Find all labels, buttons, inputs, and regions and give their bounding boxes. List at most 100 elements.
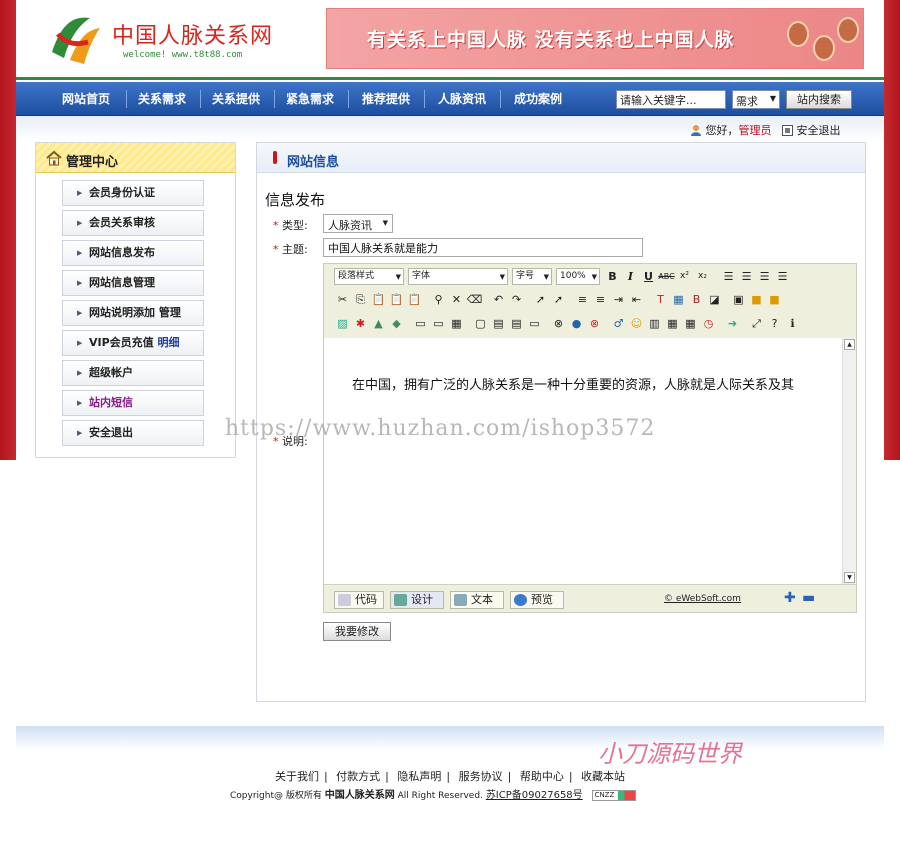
expand-icon[interactable]: ✚ — [784, 590, 796, 606]
copy-icon[interactable]: ⎘ — [352, 291, 369, 308]
shrink-icon[interactable]: ▬ — [802, 590, 815, 606]
template-icon[interactable]: ▤ — [490, 315, 507, 332]
editor-scrollbar[interactable]: ▲ ▼ — [842, 338, 856, 584]
sidebar-item-member-verify[interactable]: ▶ 会员身份认证 — [62, 180, 204, 206]
footer-link-terms[interactable]: 服务协议 — [459, 770, 503, 783]
logout-link[interactable]: 安全退出 — [797, 124, 841, 137]
iframe-icon[interactable]: ▦ — [448, 315, 465, 332]
globe-icon[interactable]: ● — [568, 315, 585, 332]
align-left-icon[interactable]: ☰ — [720, 268, 737, 285]
footer-link-help[interactable]: 帮助中心 — [520, 770, 564, 783]
sidebar-item-info-publish[interactable]: ▶ 网站信息发布 — [62, 240, 204, 266]
help-icon[interactable]: ? — [766, 315, 783, 332]
underline-icon[interactable]: U — [640, 268, 657, 285]
date-icon[interactable]: ▦ — [682, 315, 699, 332]
font-size-select[interactable]: 字号 — [512, 268, 552, 285]
form-icon[interactable]: ▤ — [508, 315, 525, 332]
site-logo-icon[interactable] — [44, 12, 102, 66]
paste-word-icon[interactable]: 📋 — [406, 291, 423, 308]
bg-color-icon[interactable]: ▦ — [670, 291, 687, 308]
redo-icon[interactable]: ↷ — [508, 291, 525, 308]
time-icon[interactable]: ◷ — [700, 315, 717, 332]
eraser-icon[interactable]: ⌫ — [466, 291, 483, 308]
page-icon[interactable]: ▢ — [472, 315, 489, 332]
search-type-select[interactable]: 需求 — [732, 90, 780, 109]
sidebar-item-super-account[interactable]: ▶ 超级帐户 — [62, 360, 204, 386]
undo-icon[interactable]: ↶ — [490, 291, 507, 308]
scroll-down-icon[interactable]: ▼ — [844, 572, 855, 583]
paste-icon[interactable]: 📋 — [370, 291, 387, 308]
table-icon[interactable]: ▣ — [730, 291, 747, 308]
nav-cases[interactable]: 成功案例 — [506, 82, 570, 116]
cnzz-badge-icon[interactable]: CNZZ — [591, 790, 636, 801]
subscript-icon[interactable]: x₂ — [694, 268, 711, 285]
sidebar-item-label[interactable]: 网站说明添加 — [89, 306, 155, 319]
footer-link-about[interactable]: 关于我们 — [275, 770, 319, 783]
ordered-list-icon[interactable]: ≡ — [574, 291, 591, 308]
header-banner[interactable]: 有关系上中国人脉 没有关系也上中国人脉 — [326, 8, 864, 69]
paste-text-icon[interactable]: 📋 — [388, 291, 405, 308]
nav-demand[interactable]: 关系需求 — [130, 82, 194, 116]
align-right-icon[interactable]: ☰ — [756, 268, 773, 285]
sidebar-item-detail-link[interactable]: 明细 — [158, 336, 180, 349]
sidebar-item-vip-recharge[interactable]: ▶ VIP会员充值 明细 — [62, 330, 204, 356]
superscript-icon[interactable]: x² — [676, 268, 693, 285]
strikethrough-icon[interactable]: ABC — [658, 268, 675, 285]
select-all-icon[interactable]: ➚ — [550, 291, 567, 308]
editor-brand-link[interactable]: © eWebSoft.com — [664, 594, 741, 604]
footer-link-bookmark[interactable]: 收藏本站 — [581, 770, 625, 783]
footer-link-privacy[interactable]: 隐私声明 — [397, 770, 441, 783]
user-role[interactable]: 管理员 — [739, 124, 772, 137]
editor-content-area[interactable]: 在中国，拥有广泛的人脉关系是一种十分重要的资源，人脉就是人际关系及其 — [324, 338, 842, 584]
font-select[interactable]: 字体 — [408, 268, 508, 285]
search-input[interactable] — [616, 90, 726, 109]
bold-icon[interactable]: B — [604, 268, 621, 285]
search-button[interactable]: 站内搜索 — [786, 90, 852, 109]
mode-preview-button[interactable]: 预览 — [510, 591, 564, 609]
unlink-icon[interactable]: ⊗ — [586, 315, 603, 332]
scroll-up-icon[interactable]: ▲ — [844, 339, 855, 350]
unordered-list-icon[interactable]: ≡ — [592, 291, 609, 308]
sidebar-item-relation-review[interactable]: ▶ 会员关系审核 — [62, 210, 204, 236]
find-icon[interactable]: ⚲ — [430, 291, 447, 308]
submit-button[interactable]: 我要修改 — [323, 622, 391, 641]
fieldset-icon[interactable]: ▭ — [430, 315, 447, 332]
nav-supply[interactable]: 关系提供 — [204, 82, 268, 116]
type-select[interactable]: 人脉资讯 — [323, 214, 393, 233]
outdent-icon[interactable]: ⇤ — [628, 291, 645, 308]
mode-code-button[interactable]: 代码 — [334, 591, 384, 609]
icp-link[interactable]: 苏ICP备09027658号 — [486, 790, 583, 801]
input-icon[interactable]: ▭ — [526, 315, 543, 332]
file-icon[interactable]: ◆ — [388, 315, 405, 332]
nav-recommended[interactable]: 推荐提供 — [354, 82, 418, 116]
mode-text-button[interactable]: 文本 — [450, 591, 504, 609]
symbol-icon[interactable]: ♂ — [610, 315, 627, 332]
site-title[interactable]: 中国人脉关系网 — [112, 18, 273, 50]
textbox-icon[interactable]: ▭ — [412, 315, 429, 332]
sidebar-item-messages[interactable]: ▶ 站内短信 — [62, 390, 204, 416]
subject-input[interactable] — [323, 238, 643, 257]
sidebar-item-manage-link[interactable]: 管理 — [159, 306, 181, 319]
about-icon[interactable]: ℹ — [784, 315, 801, 332]
chart-icon[interactable]: ▥ — [646, 315, 663, 332]
align-center-icon[interactable]: ☰ — [738, 268, 755, 285]
paragraph-style-select[interactable]: 段落样式 — [334, 268, 404, 285]
delete-icon[interactable]: ✕ — [448, 291, 465, 308]
footer-link-payment[interactable]: 付款方式 — [336, 770, 380, 783]
fullscreen-icon[interactable]: ⤢ — [748, 315, 765, 332]
link-icon[interactable]: ⊗ — [550, 315, 567, 332]
text-color-icon[interactable]: T — [652, 291, 669, 308]
mode-design-button[interactable]: 设计 — [390, 591, 444, 609]
flash-icon[interactable]: ✱ — [352, 315, 369, 332]
export-icon[interactable]: ➔ — [724, 315, 741, 332]
nav-news[interactable]: 人脉资讯 — [430, 82, 494, 116]
block-color-icon[interactable]: B — [688, 291, 705, 308]
sidebar-item-logout[interactable]: ▶ 安全退出 — [62, 420, 204, 446]
emoticon-icon[interactable]: ☺ — [628, 315, 645, 332]
indent-icon[interactable]: ⇥ — [610, 291, 627, 308]
italic-icon[interactable]: I — [622, 268, 639, 285]
nav-urgent[interactable]: 紧急需求 — [278, 82, 342, 116]
note-multi-icon[interactable]: ■ — [766, 291, 783, 308]
image-icon[interactable]: ▨ — [334, 315, 351, 332]
calendar-icon[interactable]: ▦ — [664, 315, 681, 332]
